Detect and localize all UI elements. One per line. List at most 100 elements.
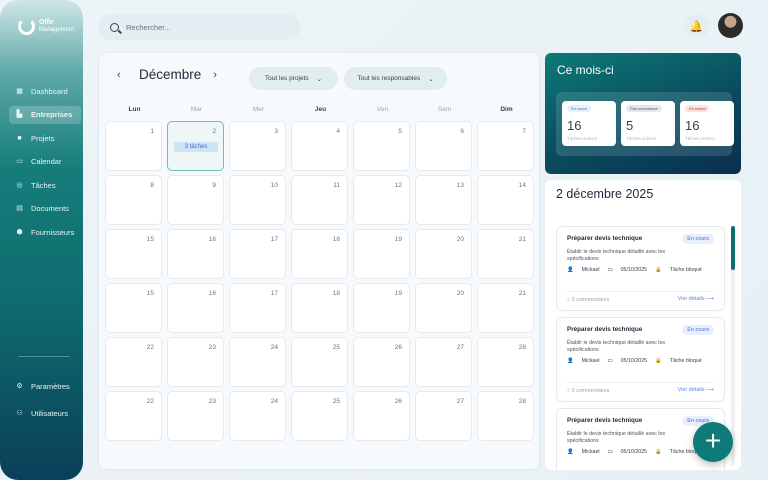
user-icon: 👤 — [567, 267, 574, 273]
day-cell[interactable]: 19 — [353, 229, 410, 279]
day-number: 15 — [146, 236, 154, 243]
assignee-filter[interactable]: Tout les responsables ⌄ — [344, 67, 447, 90]
comments-link[interactable]: ○ 3 commentaires — [567, 388, 609, 394]
day-cell[interactable]: 24 — [229, 337, 286, 387]
sidebar-item-dashboard[interactable]: ▦ Dashboard — [9, 82, 81, 100]
sidebar-item-utilisateurs[interactable]: ⚇ Utilisateurs — [9, 404, 81, 422]
day-cell[interactable]: 28 — [477, 391, 534, 441]
day-cell[interactable]: 4 — [291, 121, 348, 171]
day-number: 16 — [208, 236, 216, 243]
day-number: 24 — [270, 398, 278, 405]
day-cell[interactable]: 18 — [291, 229, 348, 279]
sidebar-item-fournisseurs[interactable]: ⬢ Fournisseurs — [9, 224, 81, 242]
day-cell[interactable]: 15 — [105, 229, 162, 279]
day-cell[interactable]: 14 — [477, 175, 534, 225]
day-number: 27 — [456, 344, 464, 351]
search-bar[interactable]: Rechercher... — [98, 14, 300, 40]
weekday-header: Mer — [252, 106, 265, 113]
day-cell[interactable]: 15 — [105, 283, 162, 333]
day-cell[interactable]: 21 — [477, 283, 534, 333]
day-cell[interactable]: 2 3 tâches — [167, 121, 224, 171]
task-card[interactable]: Préparer devis technique En cours Établi… — [556, 226, 725, 311]
sidebar-item-paramètres[interactable]: ⚙ Paramètres — [9, 377, 81, 395]
day-cell[interactable]: 11 — [291, 175, 348, 225]
day-cell[interactable]: 19 — [353, 283, 410, 333]
lock-icon: 🔒 — [655, 358, 662, 364]
day-number: 6 — [460, 128, 464, 135]
check-circle-icon: ◎ — [16, 181, 23, 189]
comments-count: 3 commentaires — [571, 297, 610, 303]
day-cell[interactable]: 28 — [477, 337, 534, 387]
task-card[interactable]: Préparer devis technique En cours Établi… — [556, 317, 725, 402]
weekday-header: Lun — [128, 106, 141, 113]
user-icon: 👤 — [567, 358, 574, 364]
day-number: 14 — [518, 182, 526, 189]
day-cell[interactable]: 13 — [415, 175, 472, 225]
day-cell[interactable]: 18 — [291, 283, 348, 333]
task-count-chip[interactable]: 3 tâches — [174, 142, 218, 152]
logo[interactable]: Offir Management — [18, 18, 74, 35]
day-cell[interactable]: 7 — [477, 121, 534, 171]
day-cell[interactable]: 16 — [167, 229, 224, 279]
scrollbar-thumb[interactable] — [731, 226, 735, 270]
view-details-link[interactable]: Voir détails ⟶ — [678, 296, 714, 302]
prev-month-button[interactable]: ‹ — [117, 69, 129, 81]
month-summary-card: Ce mois-ci En cours 16 Tâches actives Pas c… — [545, 53, 741, 174]
scrollbar[interactable] — [731, 226, 735, 466]
day-cell[interactable]: 26 — [353, 391, 410, 441]
day-cell[interactable]: 20 — [415, 283, 472, 333]
bell-icon: 🔔 — [689, 21, 704, 33]
day-cell[interactable]: 25 — [291, 337, 348, 387]
comments-link[interactable]: ○ 3 commentaires — [567, 297, 609, 303]
users-icon: ⚇ — [16, 409, 23, 417]
day-cell[interactable]: 27 — [415, 391, 472, 441]
divider — [567, 291, 714, 292]
calendar-panel: ‹ Décembre › Tout les projets ⌄ Tout les … — [98, 52, 540, 470]
day-cell[interactable]: 5 — [353, 121, 410, 171]
day-cell[interactable]: 26 — [353, 337, 410, 387]
day-cell[interactable]: 25 — [291, 391, 348, 441]
day-cell[interactable]: 27 — [415, 337, 472, 387]
sidebar-item-label: Documents — [31, 204, 69, 214]
avatar[interactable] — [718, 13, 743, 38]
view-details-link[interactable]: Voir détails ⟶ — [678, 387, 714, 393]
sidebar-item-projets[interactable]: ■ Projets — [9, 129, 81, 147]
search-input[interactable]: Rechercher... — [126, 23, 171, 32]
day-cell[interactable]: 17 — [229, 229, 286, 279]
sidebar-item-tâches[interactable]: ◎ Tâches — [9, 176, 81, 194]
day-cell[interactable]: 21 — [477, 229, 534, 279]
sidebar-item-label: Dashboard — [31, 86, 68, 96]
task-flag: Tâche bloqué — [669, 267, 702, 273]
day-cell[interactable]: 23 — [167, 337, 224, 387]
day-cell[interactable]: 22 — [105, 337, 162, 387]
day-number: 23 — [208, 344, 216, 351]
day-cell[interactable]: 10 — [229, 175, 286, 225]
day-cell[interactable]: 23 — [167, 391, 224, 441]
add-button[interactable]: + — [693, 422, 733, 462]
weekday-header: Ven — [376, 106, 389, 113]
sidebar-item-entreprises[interactable]: ▙ Entreprises — [9, 105, 81, 124]
day-cell[interactable]: 1 — [105, 121, 162, 171]
sidebar-item-documents[interactable]: ▤ Documents — [9, 200, 81, 218]
day-number: 9 — [212, 182, 216, 189]
notification-button[interactable]: 🔔 — [684, 14, 709, 39]
day-cell[interactable]: 20 — [415, 229, 472, 279]
day-number: 7 — [522, 128, 526, 135]
day-number: 16 — [208, 290, 216, 297]
day-cell[interactable]: 12 — [353, 175, 410, 225]
sidebar-item-calendar[interactable]: ▭ Calendar — [9, 153, 81, 171]
day-cell[interactable]: 6 — [415, 121, 472, 171]
day-cell[interactable]: 17 — [229, 283, 286, 333]
day-cell[interactable]: 16 — [167, 283, 224, 333]
day-cell[interactable]: 22 — [105, 391, 162, 441]
next-month-button[interactable]: › — [213, 69, 225, 81]
day-cell[interactable]: 3 — [229, 121, 286, 171]
assignee-filter-label: Tout les responsables — [357, 75, 421, 82]
day-number: 20 — [456, 290, 464, 297]
day-cell[interactable]: 24 — [229, 391, 286, 441]
day-number: 18 — [332, 290, 340, 297]
day-cell[interactable]: 9 — [167, 175, 224, 225]
task-assignee: Mickael — [581, 267, 600, 273]
project-filter[interactable]: Tout les projets ⌄ — [249, 67, 338, 90]
day-cell[interactable]: 8 — [105, 175, 162, 225]
